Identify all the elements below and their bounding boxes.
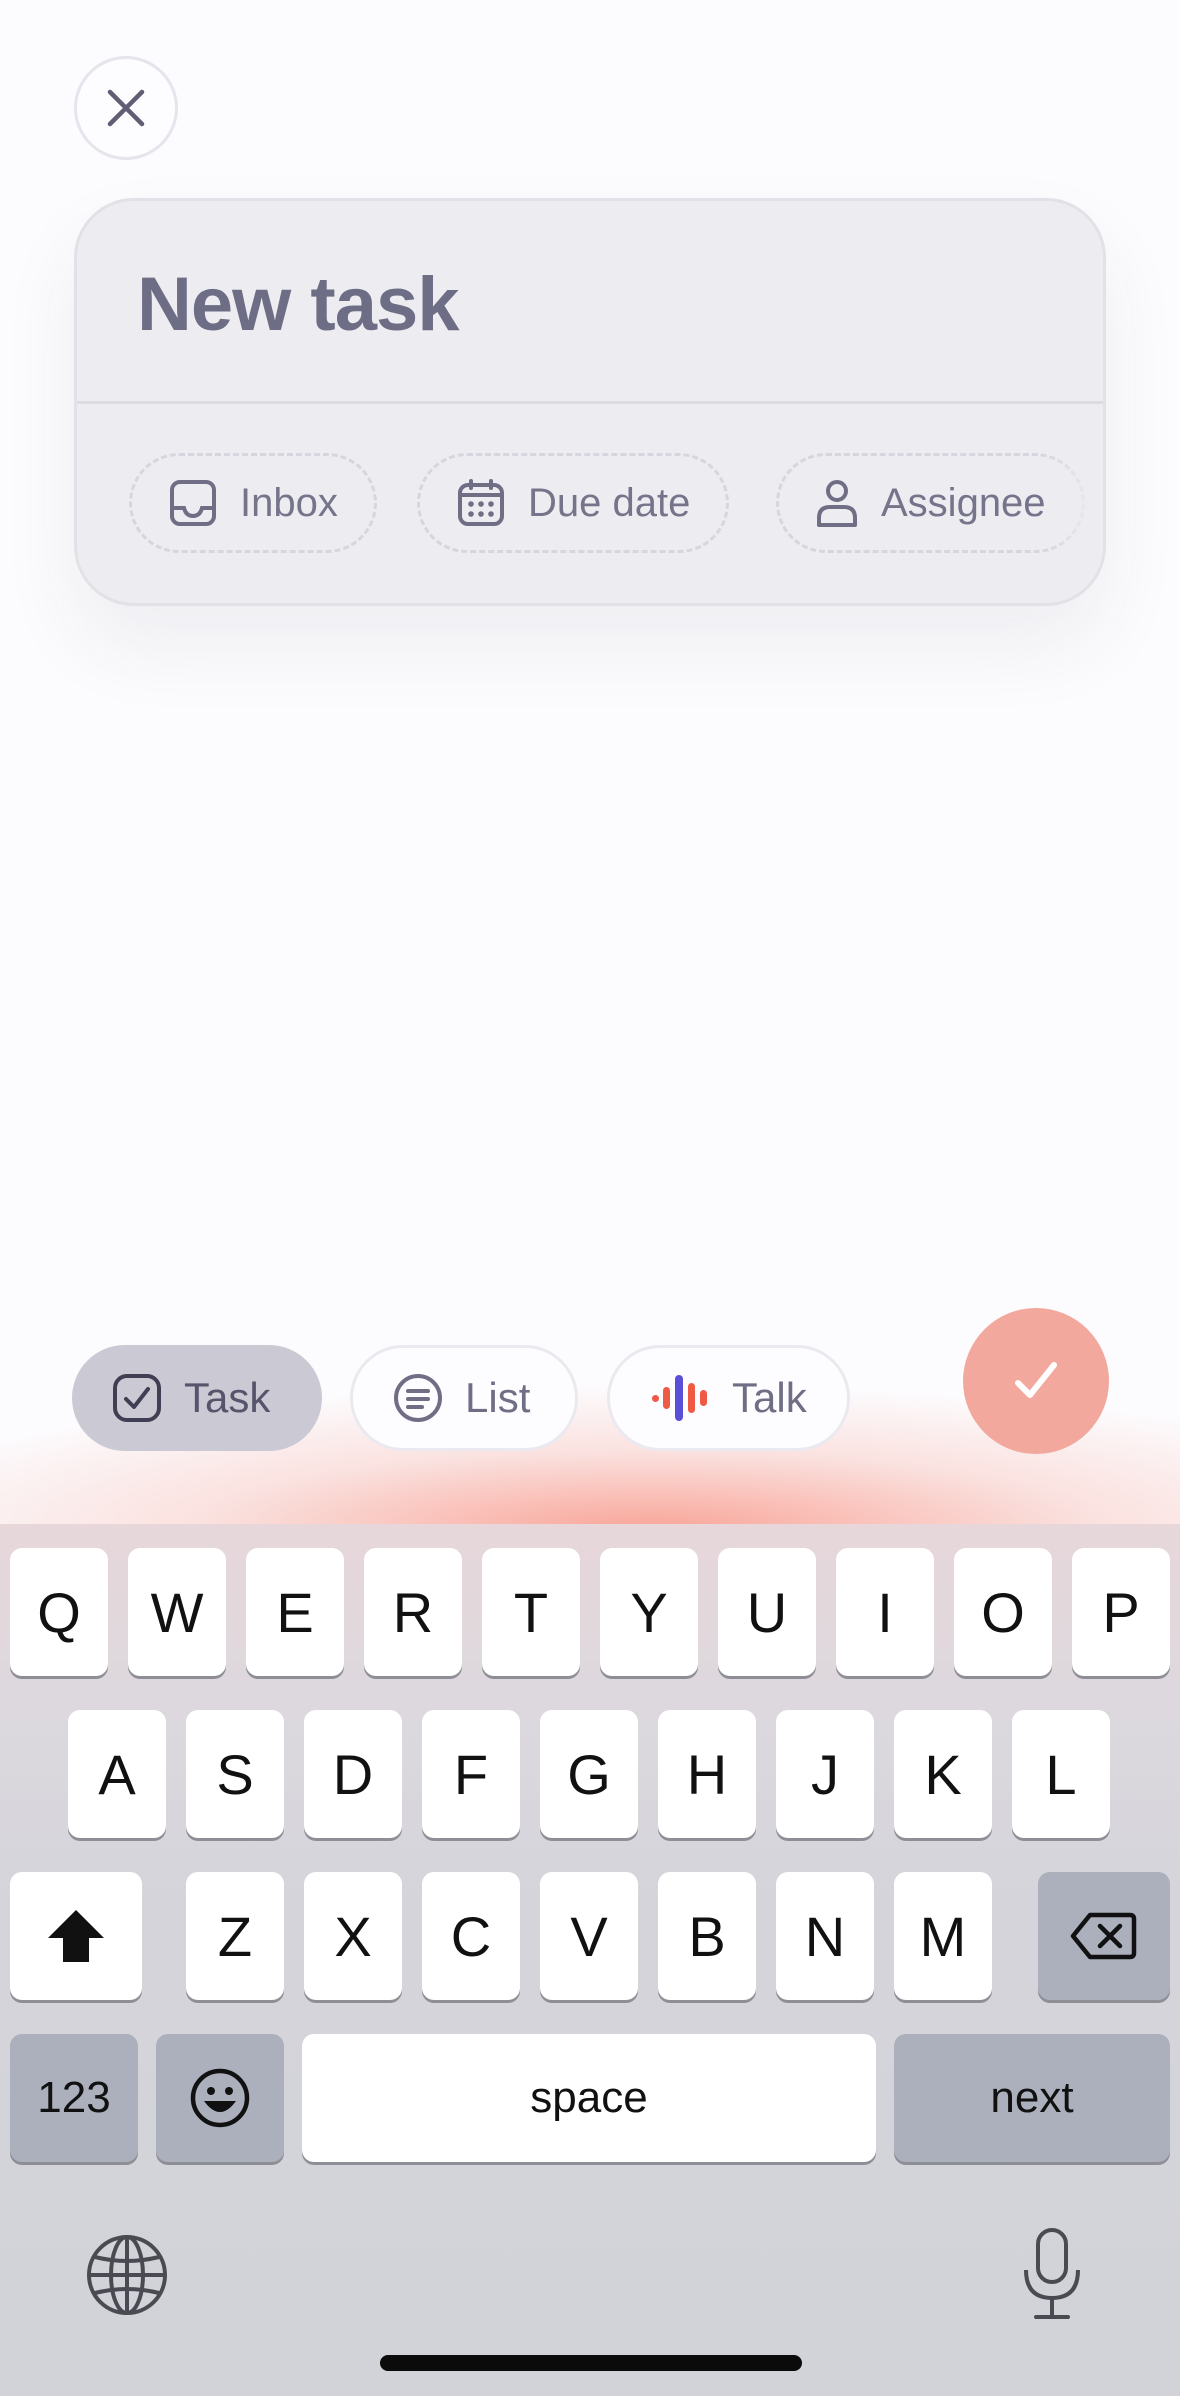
chip-scroll-fade	[1043, 437, 1103, 567]
key-c[interactable]: C	[422, 1872, 520, 2000]
inbox-chip[interactable]: Inbox	[129, 453, 377, 553]
inbox-chip-label: Inbox	[240, 480, 338, 525]
key-y[interactable]: Y	[600, 1548, 698, 1676]
checkmark-icon	[1015, 1362, 1057, 1398]
emoji-icon	[190, 2068, 250, 2128]
key-i[interactable]: I	[836, 1548, 934, 1676]
close-icon	[107, 89, 145, 127]
task-title-input[interactable]: New task	[137, 261, 459, 348]
card-divider	[77, 401, 1103, 404]
key-e[interactable]: E	[246, 1548, 344, 1676]
submit-task-button[interactable]	[963, 1308, 1109, 1454]
mode-talk-button[interactable]: Talk	[607, 1345, 850, 1451]
key-v[interactable]: V	[540, 1872, 638, 2000]
mode-list-label: List	[465, 1374, 531, 1421]
home-indicator[interactable]	[380, 2355, 802, 2371]
key-s[interactable]: S	[186, 1710, 284, 1838]
shift-icon	[48, 1910, 104, 1962]
due-date-chip[interactable]: Due date	[417, 453, 730, 553]
backspace-icon	[1070, 1912, 1137, 1960]
inbox-icon	[170, 480, 216, 526]
calendar-icon	[458, 479, 504, 526]
keyboard: Q W E R T Y U I O P A S D F G H J K L Z …	[0, 1524, 1180, 2396]
backspace-key[interactable]	[1038, 1872, 1170, 2000]
key-a[interactable]: A	[68, 1710, 166, 1838]
key-b[interactable]: B	[658, 1872, 756, 2000]
globe-icon	[87, 2235, 167, 2315]
key-p[interactable]: P	[1072, 1548, 1170, 1676]
mode-task-label: Task	[184, 1374, 271, 1421]
key-k[interactable]: K	[894, 1710, 992, 1838]
shift-key[interactable]	[10, 1872, 142, 2000]
key-f[interactable]: F	[422, 1710, 520, 1838]
checkbox-icon	[113, 1374, 161, 1422]
key-m[interactable]: M	[894, 1872, 992, 2000]
key-w[interactable]: W	[128, 1548, 226, 1676]
voice-wave-icon	[652, 1375, 707, 1421]
key-l[interactable]: L	[1012, 1710, 1110, 1838]
key-u[interactable]: U	[718, 1548, 816, 1676]
key-x[interactable]: X	[304, 1872, 402, 2000]
numbers-key[interactable]: 123	[10, 2034, 138, 2162]
key-g[interactable]: G	[540, 1710, 638, 1838]
mode-list-button[interactable]: List	[350, 1345, 578, 1451]
due-date-chip-label: Due date	[528, 480, 691, 525]
key-r[interactable]: R	[364, 1548, 462, 1676]
key-q[interactable]: Q	[10, 1548, 108, 1676]
dictation-key[interactable]	[1010, 2224, 1094, 2324]
mode-task-button[interactable]: Task	[72, 1345, 322, 1451]
key-n[interactable]: N	[776, 1872, 874, 2000]
key-j[interactable]: J	[776, 1710, 874, 1838]
next-key[interactable]: next	[894, 2034, 1170, 2162]
mode-talk-label: Talk	[732, 1374, 807, 1421]
new-task-card: New task Inbox Due date Assignee	[74, 198, 1106, 606]
microphone-icon	[1024, 2228, 1080, 2319]
emoji-key[interactable]	[156, 2034, 284, 2162]
assignee-chip[interactable]: Assignee	[776, 453, 1085, 553]
key-o[interactable]: O	[954, 1548, 1052, 1676]
key-h[interactable]: H	[658, 1710, 756, 1838]
list-icon	[394, 1374, 442, 1422]
key-t[interactable]: T	[482, 1548, 580, 1676]
key-d[interactable]: D	[304, 1710, 402, 1838]
space-key[interactable]: space	[302, 2034, 876, 2162]
assignee-chip-label: Assignee	[881, 480, 1046, 525]
globe-key[interactable]	[82, 2230, 172, 2320]
key-z[interactable]: Z	[186, 1872, 284, 2000]
person-icon	[817, 480, 857, 527]
close-button[interactable]	[74, 56, 178, 160]
